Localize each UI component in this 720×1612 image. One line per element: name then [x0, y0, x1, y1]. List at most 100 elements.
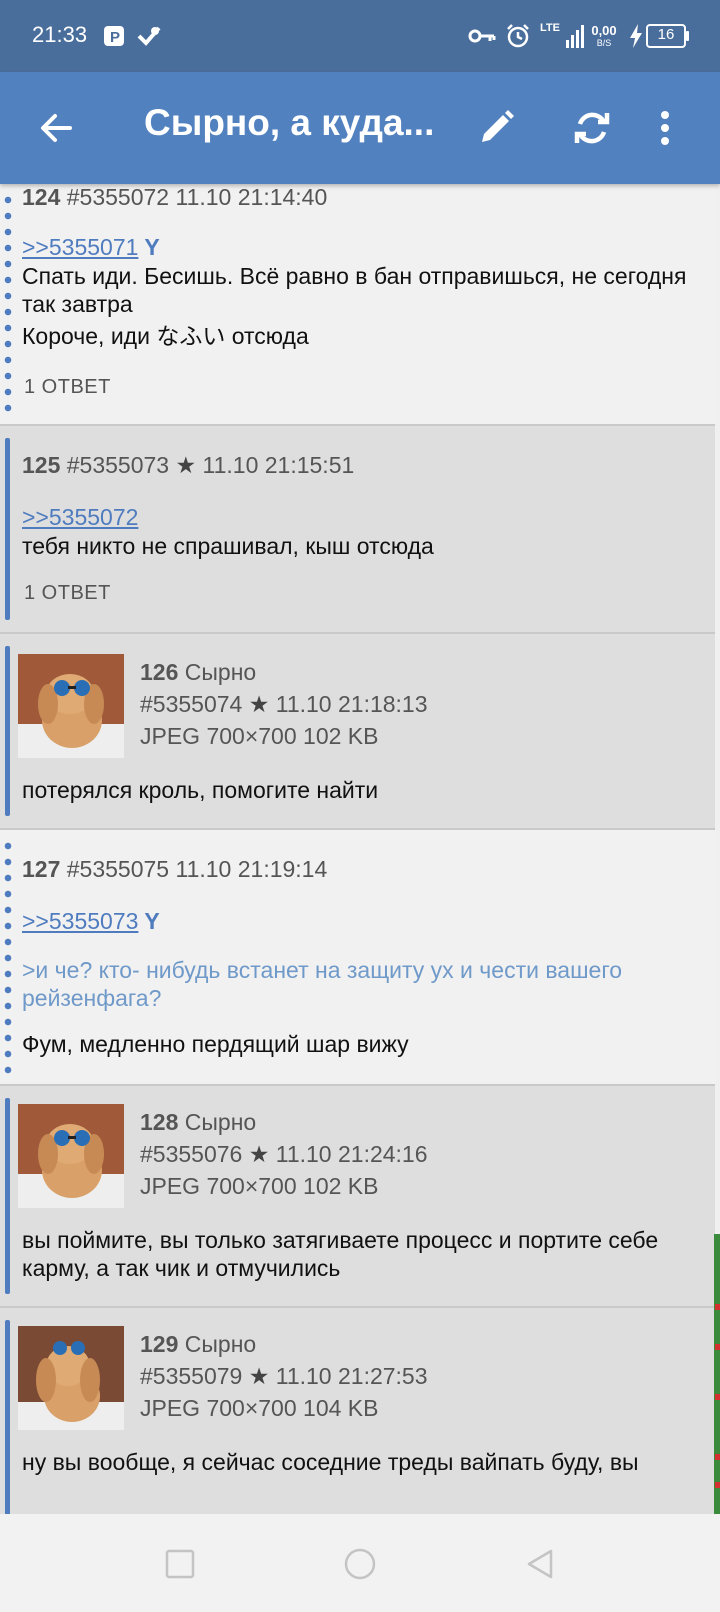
system-nav-bar — [0, 1514, 720, 1612]
reply-link[interactable]: >>5355073 Y — [22, 908, 160, 935]
reply-depth-line — [5, 1098, 10, 1294]
alarm-icon — [504, 22, 532, 50]
post-127[interactable]: 127 #5355075 11.10 21:19:14 >>5355073 Y >… — [0, 830, 715, 1084]
circle-icon — [344, 1548, 376, 1580]
post-body-line: Фум, медленно пердящий шар вижу — [22, 1031, 409, 1057]
post-id[interactable]: #5355074 — [140, 691, 242, 717]
post-128[interactable]: 128 Сырно #5355076 ★ 11.10 21:24:16 JPEG… — [0, 1086, 715, 1306]
star-icon: ★ — [175, 452, 197, 478]
rabbit-photo — [18, 1104, 124, 1208]
post-id[interactable]: #5355072 — [67, 184, 169, 210]
reply-depth-line — [5, 646, 10, 816]
notification-app-icon — [136, 22, 162, 50]
post-number: 128 — [140, 1109, 179, 1135]
post-number: 127 — [22, 856, 61, 882]
reply-link-text[interactable]: >>5355073 — [22, 908, 138, 934]
post-124[interactable]: 124 #5355072 11.10 21:14:40 >>5355071 Y С… — [0, 184, 715, 424]
status-time: 21:33 — [32, 22, 88, 47]
back-button[interactable] — [30, 102, 82, 154]
post-129[interactable]: 129 Сырно #5355079 ★ 11.10 21:27:53 JPEG… — [0, 1308, 715, 1514]
status-bar: 21:33 P LTE 0,00 B/S 16 — [0, 0, 720, 72]
network-speed: 0,00 B/S — [586, 22, 622, 50]
post-body-line: вы поймите, вы только затягиваете процес… — [22, 1227, 659, 1281]
post-number: 126 — [140, 659, 179, 685]
you-marker: Y — [144, 908, 160, 934]
quote-text: >и че? кто- нибудь встанет на защиту ух … — [22, 957, 623, 1011]
more-vert-icon — [661, 111, 669, 145]
post-date: 11.10 21:18:13 — [275, 691, 428, 717]
post-date: 11.10 21:14:40 — [175, 184, 328, 210]
pencil-icon — [482, 110, 514, 142]
you-marker: Y — [144, 234, 160, 260]
file-info: JPEG 700×700 102 KB — [140, 1173, 379, 1199]
post-id[interactable]: #5355073 — [67, 452, 169, 478]
battery-level: 16 — [657, 26, 675, 43]
recents-button[interactable] — [158, 1542, 202, 1586]
refresh-icon — [574, 112, 610, 144]
post-body-line: тебя никто не спрашивал, кыш отсюда — [22, 533, 434, 559]
scroll-markers[interactable] — [714, 1234, 720, 1514]
reply-link-text[interactable]: >>5355071 — [22, 234, 138, 260]
post-125[interactable]: 125 #5355073 ★ 11.10 21:15:51 >>5355072 … — [0, 426, 715, 632]
post-image-thumbnail[interactable] — [18, 654, 124, 758]
post-body-line: Спать иди. Бесишь. Всё равно в бан отпра… — [22, 263, 687, 317]
scroll-marker — [715, 1304, 720, 1310]
star-icon: ★ — [248, 691, 270, 717]
post-id[interactable]: #5355075 — [67, 856, 169, 882]
triangle-back-icon — [527, 1549, 553, 1579]
square-icon — [165, 1549, 195, 1579]
post-meta: 126 Сырно #5355074 ★ 11.10 21:18:13 JPEG… — [140, 656, 428, 752]
file-info: JPEG 700×700 104 KB — [140, 1395, 379, 1421]
edit-button[interactable] — [470, 102, 522, 154]
reply-depth-line — [5, 1320, 10, 1514]
post-date: 11.10 21:27:53 — [275, 1363, 428, 1389]
post-image-thumbnail[interactable] — [18, 1104, 124, 1208]
post-date: 11.10 21:15:51 — [202, 452, 355, 478]
refresh-button[interactable] — [566, 102, 618, 154]
charging-icon — [628, 22, 644, 50]
post-body-line: потерялся кроль, помогите найти — [22, 777, 379, 803]
post-id[interactable]: #5355076 — [140, 1141, 242, 1167]
post-body-line: Короче, иди なふい отсюда — [22, 323, 309, 349]
reply-depth-dots — [4, 192, 12, 416]
post-126[interactable]: 126 Сырно #5355074 ★ 11.10 21:18:13 JPEG… — [0, 634, 715, 828]
reply-link[interactable]: >>5355072 — [22, 504, 138, 531]
scroll-marker — [715, 1394, 720, 1400]
reply-link[interactable]: >>5355071 Y — [22, 234, 160, 261]
network-speed-value: 0,00 — [591, 23, 617, 38]
scroll-marker — [715, 1454, 720, 1460]
poster-name: Сырно — [184, 1109, 257, 1135]
arrow-left-icon — [41, 114, 72, 142]
rabbit-photo — [18, 654, 124, 758]
vpn-key-icon — [468, 22, 496, 50]
file-info: JPEG 700×700 102 KB — [140, 723, 379, 749]
post-meta: 129 Сырно #5355079 ★ 11.10 21:27:53 JPEG… — [140, 1328, 428, 1424]
poster-name: Сырно — [184, 659, 257, 685]
replies-count[interactable]: 1 ОТВЕТ — [24, 582, 111, 605]
post-meta: 128 Сырно #5355076 ★ 11.10 21:24:16 JPEG… — [140, 1106, 428, 1202]
post-number: 125 — [22, 452, 61, 478]
post-date: 11.10 21:24:16 — [275, 1141, 428, 1167]
replies-count[interactable]: 1 ОТВЕТ — [24, 376, 111, 399]
star-icon: ★ — [248, 1363, 270, 1389]
post-header: 124 #5355072 11.10 21:14:40 — [22, 184, 327, 211]
post-list[interactable]: 124 #5355072 11.10 21:14:40 >>5355071 Y С… — [0, 184, 720, 1514]
poster-name: Сырно — [184, 1331, 257, 1357]
home-button[interactable] — [338, 1542, 382, 1586]
scroll-marker — [715, 1482, 720, 1488]
battery-icon: 16 — [646, 22, 690, 50]
parking-app-icon: P — [102, 22, 126, 50]
post-number: 124 — [22, 184, 61, 210]
post-body-line: ну вы вообще, я сейчас соседние треды ва… — [22, 1449, 639, 1475]
more-options-button[interactable] — [650, 102, 680, 154]
thread-title: Сырно, а куда... — [144, 102, 435, 143]
post-number: 129 — [140, 1331, 179, 1357]
reply-link-text[interactable]: >>5355072 — [22, 504, 138, 530]
star-icon: ★ — [248, 1141, 270, 1167]
post-image-thumbnail[interactable] — [18, 1326, 124, 1430]
network-speed-unit: B/S — [596, 38, 612, 48]
post-date: 11.10 21:19:14 — [175, 856, 328, 882]
back-nav-button[interactable] — [518, 1542, 562, 1586]
svg-text:P: P — [110, 29, 120, 46]
post-id[interactable]: #5355079 — [140, 1363, 242, 1389]
